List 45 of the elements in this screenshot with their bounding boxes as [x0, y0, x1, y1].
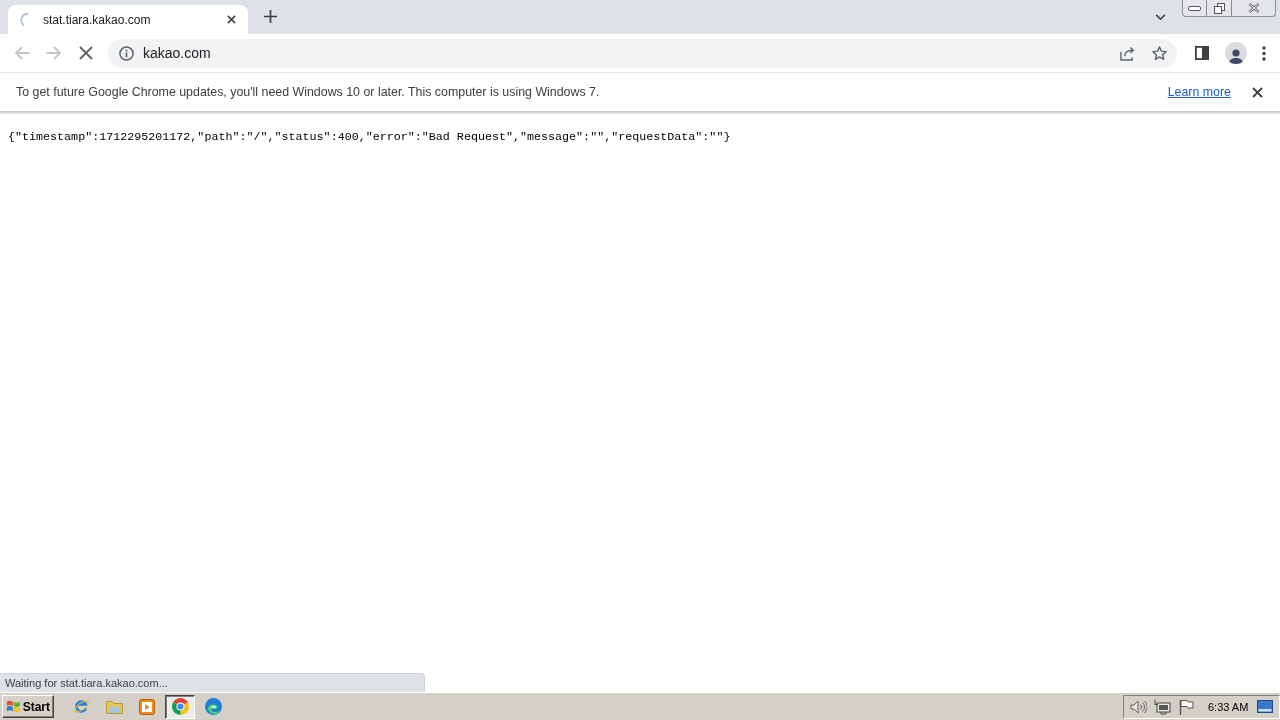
share-icon: [1119, 45, 1135, 61]
taskbar-button[interactable]: [165, 694, 195, 719]
flag-icon: [1178, 698, 1194, 715]
star-icon: [1151, 45, 1167, 61]
network-button[interactable]: [1153, 697, 1171, 716]
info-icon: [118, 45, 134, 61]
show-desktop-button[interactable]: [1257, 699, 1274, 714]
person-silhouette-icon: [1229, 49, 1243, 64]
e-ring-icon: [72, 698, 90, 715]
arrow-left-icon: [14, 46, 30, 60]
tab-title: stat.tiara.kakao.com: [43, 12, 152, 27]
status-bubble: Waiting for stat.tiara.kakao.com...: [0, 673, 425, 692]
minimize-icon: [1188, 5, 1201, 11]
close-icon: [1247, 3, 1260, 13]
restore-button[interactable]: [1206, 0, 1232, 17]
address-bar[interactable]: kakao.com: [108, 38, 1177, 68]
x-icon: [79, 46, 93, 60]
profile-avatar[interactable]: [1225, 42, 1247, 64]
response-body: {"timestamp":1712295201172,"path":"/","status":400,"error":"Bad Request","message":"","requestData":""}: [8, 130, 731, 144]
url-text: kakao.com: [143, 45, 212, 61]
speaker-icon: [1129, 699, 1147, 714]
menu-icon: [1262, 45, 1266, 61]
swirl-icon: [204, 698, 222, 715]
play-tile-icon: [139, 698, 155, 715]
infobar-close-button[interactable]: [1249, 84, 1265, 100]
restore-icon: [1213, 2, 1225, 14]
site-info-button[interactable]: [118, 45, 134, 61]
close-icon: [226, 15, 236, 24]
learn-more-link[interactable]: Learn more: [1167, 85, 1231, 99]
browser-tab[interactable]: stat.tiara.kakao.com: [8, 5, 248, 34]
network-monitor-icon: [1153, 698, 1171, 715]
action-center-button[interactable]: [1177, 697, 1195, 716]
segmented-circle-icon: [171, 698, 189, 715]
clock[interactable]: 6:33 AM: [1208, 700, 1249, 713]
chevron-down-icon: [1154, 13, 1166, 21]
close-icon: [1251, 86, 1263, 98]
minimize-button[interactable]: [1182, 0, 1207, 17]
folder-icon: [105, 699, 123, 714]
plus-icon: [263, 10, 277, 23]
side-panel-icon: [1195, 46, 1209, 60]
desktop-screen-icon: [1257, 700, 1274, 713]
update-message: To get future Google Chrome updates, you'll need Windows 10 or later. This computer is using Windows 7.: [16, 85, 601, 99]
flag-logo-icon: [6, 699, 21, 714]
arrow-right-icon: [46, 46, 62, 60]
start-button[interactable]: Start: [2, 695, 54, 718]
